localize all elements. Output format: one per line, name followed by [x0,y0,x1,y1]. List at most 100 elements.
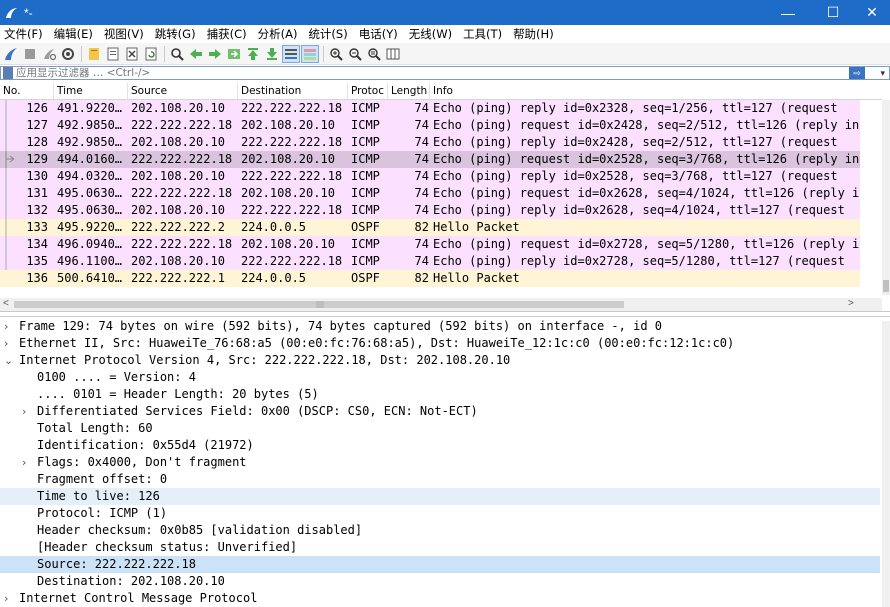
column-header-length[interactable]: Length [388,83,430,100]
detail-line[interactable]: Identification: 0x55d4 (21972) [0,437,880,454]
display-filter-input[interactable] [16,67,836,79]
menu-item[interactable]: 文件(F) [4,26,43,42]
cell-source: 222.222.222.18 [131,237,233,251]
minimize-button[interactable]: — [770,0,806,25]
scroll-thumb[interactable] [883,280,889,292]
zoom-out-button[interactable] [346,45,364,63]
column-header-no[interactable]: No. [0,83,54,100]
table-row[interactable]: 134 496.0940… 222.222.222.18 202.108.20.10 I… [0,236,860,253]
zoom-reset-button[interactable] [365,45,383,63]
start-capture-button[interactable] [2,45,20,63]
first-packet-button[interactable] [244,45,262,63]
menu-item[interactable]: 无线(W) [409,26,452,42]
detail-line[interactable]: › Internet Control Message Protocol [0,590,880,607]
detail-text: Differentiated Services Field: 0x00 (DSC… [37,404,478,418]
maximize-button[interactable]: ☐ [815,0,851,25]
go-back-button[interactable] [187,45,205,63]
detail-line[interactable]: Total Length: 60 [0,420,880,437]
collapse-arrow-icon[interactable]: ⌄ [4,352,13,369]
detail-line[interactable]: Source: 222.222.222.18 [0,556,880,573]
menu-item[interactable]: 视图(V) [104,26,144,42]
detail-line[interactable]: Protocol: ICMP (1) [0,505,880,522]
bookmark-icon[interactable] [3,67,13,79]
details-vscroll[interactable] [882,321,890,607]
table-row[interactable]: 129 494.0160… 222.222.222.18 202.108.20.10 I… [0,151,860,168]
detail-line[interactable]: Fragment offset: 0 [0,471,880,488]
restart-capture-button[interactable] [40,45,58,63]
cell-info: Echo (ping) request id=0x2628, seq=4/102… [433,186,860,200]
packet-list-vscroll[interactable] [882,100,890,295]
expand-arrow-icon[interactable]: › [4,335,8,352]
last-packet-button[interactable] [263,45,281,63]
find-packet-button[interactable] [168,45,186,63]
stop-capture-button[interactable] [21,45,39,63]
expand-arrow-icon[interactable]: › [4,318,8,335]
table-row[interactable]: 127 492.9850… 222.222.222.18 202.108.20.10 I… [0,117,860,134]
menu-item[interactable]: 分析(A) [258,26,298,42]
stop-icon [25,48,35,59]
menu-item[interactable]: 电话(Y) [359,26,398,42]
table-row[interactable]: 135 496.1100… 202.108.20.10 222.222.222.18 I… [0,253,860,270]
column-header-info[interactable]: Info [430,83,882,100]
column-header-destination[interactable]: Destination [238,83,348,100]
table-row[interactable]: 133 495.9220… 222.222.222.2 224.0.0.5 OSPF 82… [0,219,860,236]
column-header-protocol[interactable]: Protoc [348,83,388,100]
packet-list-header: No. Time Source Destination Protoc Lengt… [0,83,882,100]
go-to-packet-button[interactable] [225,45,243,63]
column-header-time[interactable]: Time [54,83,128,100]
menu-item[interactable]: 编辑(E) [54,26,93,42]
table-row[interactable]: 136 500.6410… 222.222.222.1 224.0.0.5 OSPF 82… [0,270,860,287]
cell-source: 202.108.20.10 [131,135,225,149]
autoscroll-button[interactable] [282,44,300,63]
filter-history-dropdown[interactable]: ▾ [880,67,885,79]
cell-destination: 202.108.20.10 [241,186,335,200]
save-file-button[interactable] [104,45,122,63]
packet-details-pane: › Frame 129: 74 bytes on wire (592 bits),… [0,316,890,607]
detail-line[interactable]: › Frame 129: 74 bytes on wire (592 bits),… [0,318,880,335]
table-row[interactable]: 131 495.0630… 222.222.222.18 202.108.20.10 I… [0,185,860,202]
close-file-button[interactable] [123,45,141,63]
colorize-button[interactable] [301,44,319,63]
detail-line[interactable]: ⌄ Internet Protocol Version 4, Src: 222.2… [0,352,880,369]
expand-arrow-icon[interactable]: › [22,454,26,471]
detail-line[interactable]: [Header checksum status: Unverified] [0,539,880,556]
detail-line[interactable]: Destination: 202.108.20.10 [0,573,880,590]
table-row[interactable]: 128 492.9850… 202.108.20.10 222.222.222.18 I… [0,134,860,151]
open-file-button[interactable] [85,45,103,63]
cell-no: 131 [26,186,48,200]
cell-destination: 222.222.222.18 [241,169,343,183]
close-button[interactable]: ✕ [854,0,890,25]
cell-info: Echo (ping) request id=0x2428, seq=2/512… [433,118,860,132]
detail-line[interactable]: 0100 .... = Version: 4 [0,369,880,386]
minimize-icon: — [781,4,795,21]
table-row[interactable]: 130 494.0320… 202.108.20.10 222.222.222.18 I… [0,168,860,185]
scroll-left-icon[interactable]: < [3,298,9,309]
menu-item[interactable]: 帮助(H) [513,26,554,42]
go-forward-button[interactable] [206,45,224,63]
menu-item[interactable]: 跳转(G) [155,26,196,42]
detail-line[interactable]: .... 0101 = Header Length: 20 bytes (5) [0,386,880,403]
scroll-right-icon[interactable]: > [848,298,854,309]
expand-arrow-icon[interactable]: › [22,403,26,420]
column-header-source[interactable]: Source [128,83,238,100]
detail-line[interactable]: Header checksum: 0x0b85 [validation disa… [0,522,880,539]
detail-line[interactable]: › Differentiated Services Field: 0x00 (DS… [0,403,880,420]
menu-item[interactable]: 捕获(C) [207,26,247,42]
reload-file-button[interactable] [142,45,160,63]
detail-line[interactable]: › Flags: 0x4000, Don't fragment [0,454,880,471]
cell-length: 82 [414,271,429,285]
packet-list-hscroll[interactable]: < > [0,298,882,311]
detail-line[interactable]: Time to live: 126 [0,488,880,505]
table-row[interactable]: 126 491.9220… 202.108.20.10 222.222.222.18 I… [0,100,860,117]
apply-filter-button[interactable]: ⇨ [849,67,865,79]
expand-arrow-icon[interactable]: › [4,590,8,607]
table-row[interactable]: 132 495.0630… 202.108.20.10 222.222.222.18 I… [0,202,860,219]
cell-time: 494.0160… [57,152,123,166]
capture-options-button[interactable] [59,45,77,63]
resize-columns-button[interactable] [384,45,402,63]
zoom-in-button[interactable] [327,45,345,63]
zoom-in-icon [330,47,343,61]
detail-line[interactable]: › Ethernet II, Src: HuaweiTe_76:68:a5 (00… [0,335,880,352]
menu-item[interactable]: 统计(S) [308,26,347,42]
menu-item[interactable]: 工具(T) [463,26,502,42]
